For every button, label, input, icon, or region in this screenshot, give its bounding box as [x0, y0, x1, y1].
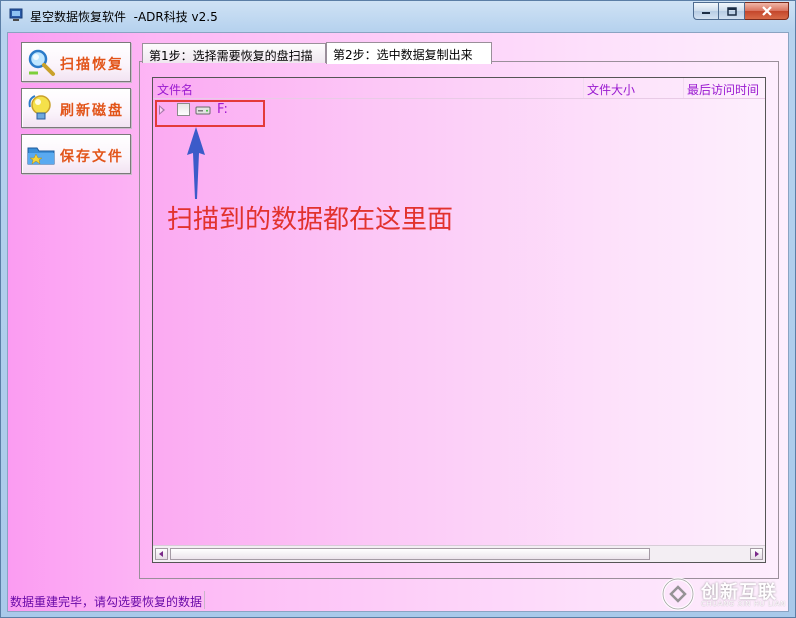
status-divider: [204, 591, 205, 609]
annotation-text: 扫描到的数据都在这里面: [167, 205, 454, 235]
window-controls: [693, 2, 789, 21]
maximize-icon: [726, 6, 737, 16]
save-file-label: 保存文件: [60, 149, 124, 165]
scan-recover-label: 扫描恢复: [60, 57, 124, 73]
tab-step1[interactable]: 第1步：选择需要恢复的盘扫描: [142, 43, 326, 63]
app-monitor-icon: [9, 8, 23, 21]
column-header-filesize[interactable]: 文件大小: [587, 81, 635, 98]
column-divider[interactable]: [683, 78, 684, 98]
maximize-button[interactable]: [719, 2, 745, 20]
close-button[interactable]: [745, 2, 789, 20]
save-folder-icon: [27, 147, 55, 165]
refresh-disk-label: 刷新磁盘: [60, 103, 124, 119]
title-bar[interactable]: 星空数据恢复软件 -ADR科技 v2.5: [1, 1, 795, 31]
minimize-icon: [702, 12, 710, 14]
column-divider[interactable]: [583, 78, 584, 98]
window-title: 星空数据恢复软件 -ADR科技 v2.5: [30, 10, 218, 24]
scroll-thumb[interactable]: [170, 548, 650, 560]
close-icon: [761, 6, 772, 16]
horizontal-scrollbar[interactable]: [153, 545, 765, 562]
tab-step2[interactable]: 第2步：选中数据复制出来: [326, 42, 492, 64]
watermark-subtext: CHUANG XIN HU LIAN: [701, 600, 786, 608]
column-header-last-access[interactable]: 最后访问时间: [687, 81, 759, 98]
refresh-bulb-icon: [28, 95, 51, 120]
scroll-right-button[interactable]: [750, 548, 763, 560]
column-header-filename[interactable]: 文件名: [157, 81, 193, 98]
magnifier-icon: [28, 49, 55, 76]
watermark: 创新互联 CHUANG XIN HU LIAN: [661, 575, 793, 615]
list-header: 文件名 文件大小 最后访问时间: [153, 78, 765, 99]
scroll-left-button[interactable]: [155, 548, 168, 560]
refresh-disk-button[interactable]: 刷新磁盘: [21, 88, 131, 128]
file-tree-list[interactable]: 文件名 文件大小 最后访问时间 F:: [152, 77, 766, 563]
save-file-button[interactable]: 保存文件: [21, 134, 131, 174]
client-area: 扫描恢复 刷新磁盘 保存文件 第1步：选择需要恢复的盘扫描 第2步：选中数据复制…: [7, 32, 789, 612]
annotation-highlight-box: [155, 100, 265, 127]
status-message: 数据重建完毕，请勾选要恢复的数据: [10, 595, 203, 609]
watermark-logo-icon: [661, 577, 695, 611]
minimize-button[interactable]: [693, 2, 719, 20]
scan-recover-button[interactable]: 扫描恢复: [21, 42, 131, 82]
app-window: 星空数据恢复软件 -ADR科技 v2.5 扫描恢复 刷新磁盘 保存文件 第1步：…: [0, 0, 796, 618]
annotation-arrow-icon: [187, 127, 205, 199]
